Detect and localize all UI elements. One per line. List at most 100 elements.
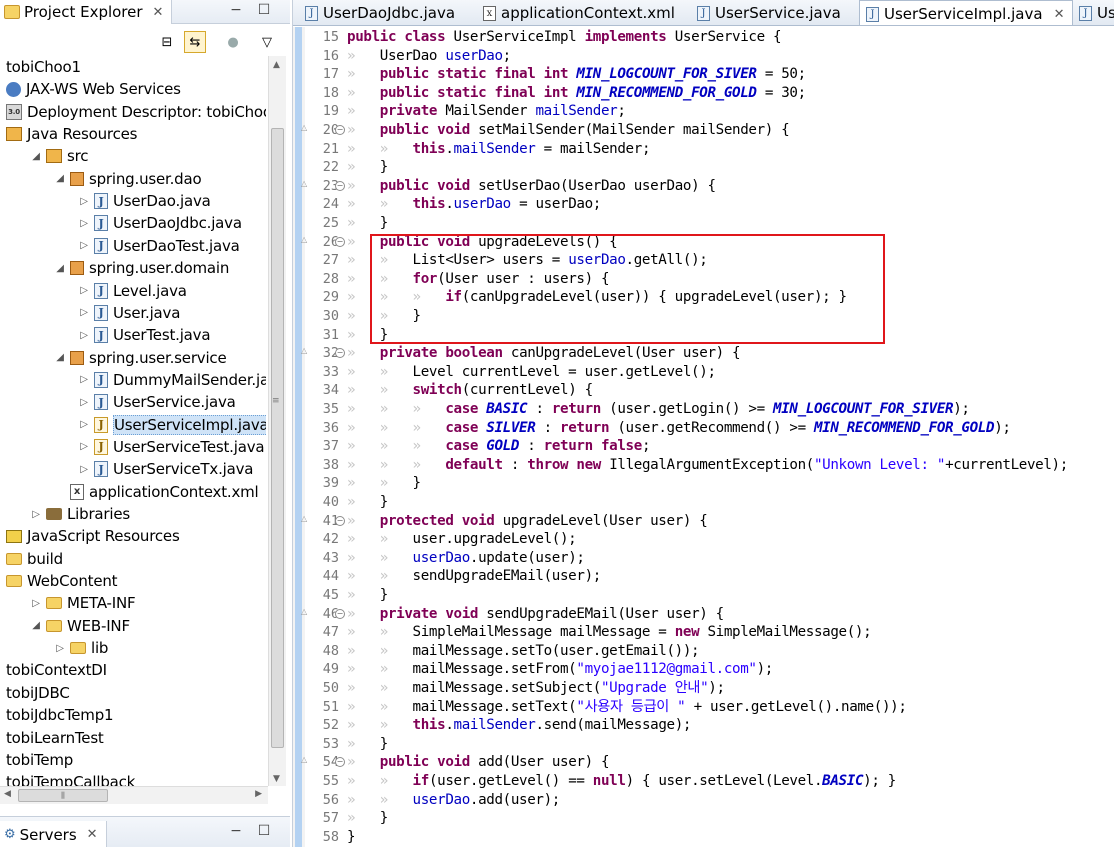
- fold-toggle-icon[interactable]: −: [335, 515, 345, 526]
- code-line[interactable]: » private boolean canUpgradeLevel(User u…: [347, 344, 741, 363]
- code-line[interactable]: » » » case GOLD : return false;: [347, 437, 651, 456]
- editor-tab[interactable]: J UserService.java: [691, 0, 841, 25]
- collapsed-arrow-icon[interactable]: ▷: [78, 196, 90, 207]
- tab-project-explorer[interactable]: Project Explorer ✕: [0, 0, 173, 24]
- code-line[interactable]: » }: [347, 493, 388, 512]
- tree-item[interactable]: ◢ src: [30, 145, 88, 167]
- tree-item[interactable]: ▷ J UserDaoTest.java: [78, 235, 240, 257]
- collapsed-arrow-icon[interactable]: ▷: [78, 374, 90, 385]
- scroll-up-icon[interactable]: ▲: [273, 60, 280, 70]
- code-line[interactable]: » » Level currentLevel = user.getLevel()…: [347, 363, 716, 382]
- tree-item[interactable]: ▷ J UserTest.java: [78, 324, 210, 346]
- tree-item[interactable]: ▷ J UserService.java: [78, 391, 236, 413]
- tree-item[interactable]: ▷ J UserServiceTx.java: [78, 458, 253, 480]
- tree-item[interactable]: ▷ J Level.java: [78, 280, 187, 302]
- collapsed-arrow-icon[interactable]: ▷: [78, 397, 90, 408]
- tree-item[interactable]: ▷ J UserServiceImpl.java: [78, 414, 266, 436]
- code-line[interactable]: » }: [347, 158, 388, 177]
- tree-item[interactable]: ▷ META-INF: [30, 592, 135, 614]
- code-line[interactable]: » » mailMessage.setFrom("myojae1112@gmai…: [347, 660, 773, 679]
- tree-item[interactable]: WebContent: [6, 570, 118, 592]
- tree-item[interactable]: JavaScript Resources: [6, 525, 180, 547]
- horizontal-scrollbar[interactable]: ◀ ⫼ ▶: [0, 786, 268, 804]
- code-line[interactable]: » }: [347, 326, 388, 345]
- tree-item[interactable]: 3.0 Deployment Descriptor: tobiChoo1: [6, 101, 266, 123]
- fold-toggle-icon[interactable]: −: [335, 608, 345, 619]
- code-line[interactable]: » » mailMessage.setText("사용자 등급이 " + use…: [347, 698, 907, 717]
- code-line[interactable]: » protected void upgradeLevel(User user)…: [347, 512, 708, 531]
- maximize-icon[interactable]: ☐: [256, 2, 272, 18]
- tree-item[interactable]: tobiJdbcTemp1: [6, 704, 114, 726]
- collapsed-arrow-icon[interactable]: ▷: [78, 285, 90, 296]
- code-line[interactable]: » » this.mailSender.send(mailMessage);: [347, 716, 691, 735]
- tree-item[interactable]: ▷ J UserDaoJdbc.java: [78, 212, 242, 234]
- code-line[interactable]: » public static final int MIN_LOGCOUNT_F…: [347, 65, 806, 84]
- tree-item[interactable]: x applicationContext.xml: [54, 481, 259, 503]
- tree-item[interactable]: tobiContextDI: [6, 659, 107, 681]
- link-with-editor-icon[interactable]: ⇆: [184, 31, 206, 53]
- code-line[interactable]: » » user.upgradeLevel();: [347, 530, 577, 549]
- code-line[interactable]: » » }: [347, 474, 421, 493]
- code-line[interactable]: » » userDao.update(user);: [347, 549, 585, 568]
- collapsed-arrow-icon[interactable]: ▷: [78, 419, 90, 430]
- collapsed-arrow-icon[interactable]: ▷: [78, 307, 90, 318]
- minimize-icon[interactable]: −: [228, 2, 244, 18]
- code-line[interactable]: » » switch(currentLevel) {: [347, 381, 593, 400]
- scrollbar-thumb[interactable]: [271, 128, 284, 748]
- tree-item[interactable]: ▷ lib: [54, 637, 108, 659]
- tree-item[interactable]: tobiTempCallback: [6, 771, 135, 786]
- code-line[interactable]: public class UserServiceImpl implements …: [347, 28, 782, 47]
- collapsed-arrow-icon[interactable]: ▷: [78, 218, 90, 229]
- tab-servers[interactable]: ⚙ Servers ✕: [0, 821, 107, 847]
- code-line[interactable]: » » }: [347, 307, 421, 326]
- tree-item[interactable]: ◢ spring.user.service: [54, 347, 226, 369]
- fold-toggle-icon[interactable]: −: [335, 236, 345, 247]
- scroll-right-icon[interactable]: ▶: [255, 789, 262, 799]
- code-line[interactable]: » public static final int MIN_RECOMMEND_…: [347, 84, 806, 103]
- tree-item[interactable]: ▷ J UserDao.java: [78, 190, 211, 212]
- tree-item[interactable]: ▷ Libraries: [30, 503, 130, 525]
- scroll-down-icon[interactable]: ▼: [273, 774, 280, 784]
- editor-tab[interactable]: J UserS: [1073, 0, 1114, 25]
- collapsed-arrow-icon[interactable]: ▷: [78, 330, 90, 341]
- tree-item[interactable]: build: [6, 548, 63, 570]
- code-line[interactable]: » » sendUpgradeEMail(user);: [347, 567, 601, 586]
- code-line[interactable]: » private MailSender mailSender;: [347, 102, 626, 121]
- expanded-arrow-icon[interactable]: ◢: [54, 263, 66, 274]
- code-line[interactable]: » » mailMessage.setTo(user.getEmail());: [347, 642, 700, 661]
- collapsed-arrow-icon[interactable]: ▷: [30, 509, 42, 520]
- tree-item[interactable]: ▷ J User.java: [78, 302, 180, 324]
- code-line[interactable]: » » mailMessage.setSubject("Upgrade 안내")…: [347, 679, 725, 698]
- scroll-left-icon[interactable]: ◀: [4, 789, 11, 799]
- tree-item[interactable]: ▷ J DummyMailSender.java: [78, 369, 266, 391]
- collapse-all-icon[interactable]: ⊟: [156, 31, 178, 53]
- minimize-icon[interactable]: −: [228, 823, 244, 839]
- code-line[interactable]: » » » case BASIC : return (user.getLogin…: [347, 400, 970, 419]
- code-line[interactable]: » public void setUserDao(UserDao userDao…: [347, 177, 716, 196]
- fold-toggle-icon[interactable]: −: [335, 125, 345, 135]
- tree-item[interactable]: tobiJDBC: [6, 682, 70, 704]
- code-line[interactable]: » }: [347, 735, 388, 754]
- code-line[interactable]: }: [347, 828, 356, 847]
- editor-tab[interactable]: J UserDaoJdbc.java: [299, 0, 455, 25]
- code-line[interactable]: » » for(User user : users) {: [347, 270, 610, 289]
- code-line[interactable]: » » » default : throw new IllegalArgumen…: [347, 456, 1068, 475]
- code-line[interactable]: » » userDao.add(user);: [347, 791, 560, 810]
- code-line[interactable]: » }: [347, 809, 388, 828]
- collapsed-arrow-icon[interactable]: ▷: [54, 643, 66, 654]
- code-line[interactable]: » }: [347, 586, 388, 605]
- h-scrollbar-thumb[interactable]: ⫼: [18, 789, 108, 802]
- fold-toggle-icon[interactable]: −: [335, 180, 345, 191]
- code-line[interactable]: » » » case SILVER : return (user.getReco…: [347, 419, 1011, 438]
- code-line[interactable]: » » this.userDao = userDao;: [347, 195, 601, 214]
- collapsed-arrow-icon[interactable]: ▷: [30, 598, 42, 609]
- tree-item[interactable]: ◢ spring.user.dao: [54, 168, 201, 190]
- close-icon[interactable]: ✕: [87, 827, 98, 842]
- maximize-icon[interactable]: ☐: [256, 823, 272, 839]
- focus-icon[interactable]: ●: [222, 31, 244, 53]
- code-line[interactable]: » » » if(canUpgradeLevel(user)) { upgrad…: [347, 288, 847, 307]
- expanded-arrow-icon[interactable]: ◢: [54, 173, 66, 184]
- overview-ruler[interactable]: [293, 27, 305, 847]
- vertical-scrollbar[interactable]: ▲ ≡ ▼: [268, 56, 286, 786]
- tree-item[interactable]: ◢ WEB-INF: [30, 615, 130, 637]
